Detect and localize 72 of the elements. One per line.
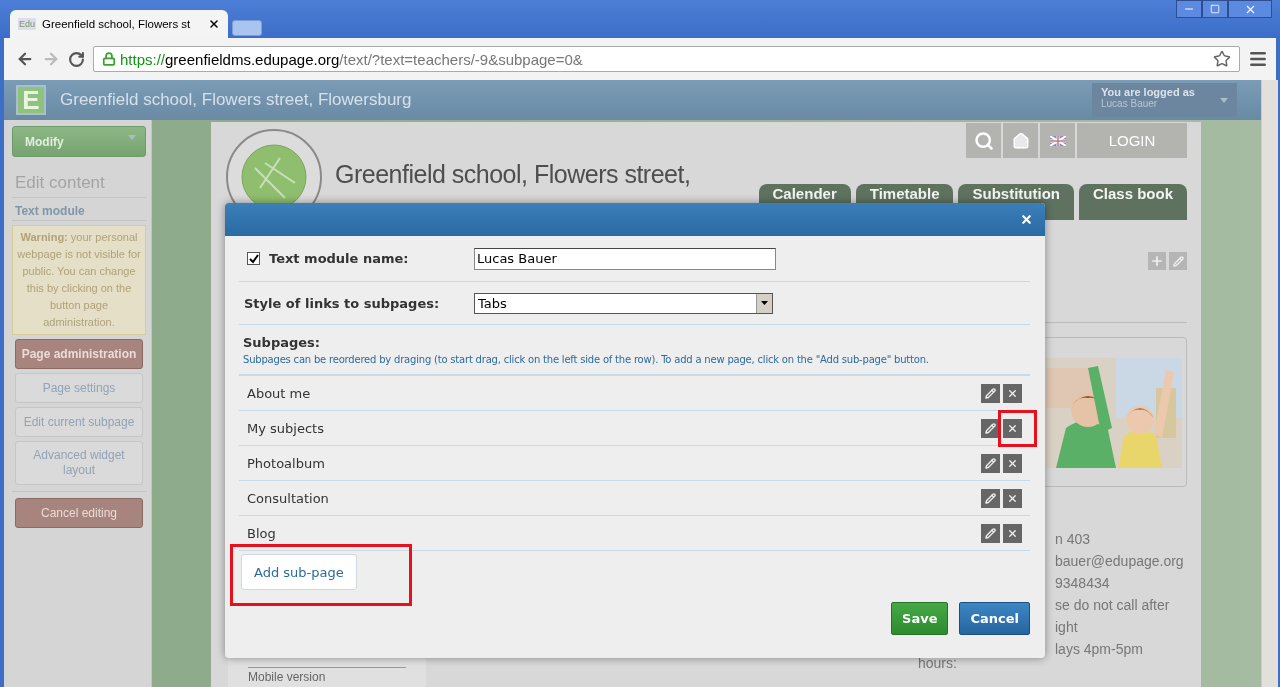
contact-value: n 403 — [1055, 531, 1092, 547]
sidebar-button[interactable]: Page administration — [15, 339, 143, 369]
close-icon — [1007, 527, 1018, 539]
close-icon — [1007, 492, 1018, 504]
close-icon — [1007, 457, 1018, 469]
pencil-icon — [985, 422, 996, 434]
lock-icon — [102, 52, 116, 66]
pencil-icon — [985, 387, 996, 399]
warning-message: Warning: your personal webpage is not visible for public. You can change this by clicking on the button page administration. — [12, 225, 146, 335]
subpage-row[interactable]: Consultation — [239, 481, 1030, 516]
address-bar[interactable]: https://greenfieldms.edupage.org/text/?text=teachers/-9&subpage=0& — [93, 46, 1240, 72]
close-icon[interactable] — [1020, 213, 1033, 226]
edit-button[interactable] — [981, 383, 1000, 403]
delete-button[interactable] — [1003, 488, 1022, 508]
cancel-button[interactable]: Cancel — [959, 602, 1030, 635]
scrollbar[interactable] — [1261, 80, 1278, 687]
minimize-button[interactable] — [1176, 0, 1202, 18]
close-icon — [1007, 422, 1018, 434]
field-label: Text module name: — [269, 251, 410, 266]
style-select[interactable]: Tabs — [474, 292, 773, 314]
subpages-hint: Subpages can be reordered by draging (to start drag, click on the left side of the row). To add a new page, click on the "Add sub-page" button. — [243, 354, 930, 365]
menu-icon[interactable] — [1248, 49, 1268, 69]
subpages-title: Subpages: — [243, 335, 322, 350]
close-window-button[interactable] — [1228, 0, 1272, 18]
delete-button[interactable] — [1003, 418, 1022, 438]
school-title: Greenfield school, Flowers street, — [335, 160, 691, 190]
delete-button[interactable] — [1003, 523, 1022, 543]
subpage-row[interactable]: Blog — [239, 516, 1030, 551]
user-menu[interactable]: You are logged as Lucas Bauer — [1092, 83, 1237, 117]
subpage-row[interactable]: About me — [239, 376, 1030, 411]
dropdown-arrow-icon — [761, 301, 768, 305]
contact-value: ight — [1055, 619, 1079, 635]
contact-value: 9348434 — [1055, 575, 1111, 591]
pencil-icon — [985, 527, 996, 539]
tab-close-icon[interactable] — [208, 18, 220, 30]
field-label: Style of links to subpages: — [244, 295, 441, 311]
search-icon — [973, 130, 994, 151]
edit-button[interactable] — [981, 453, 1000, 473]
contact-value: lays 4pm-5pm — [1055, 641, 1144, 659]
save-button[interactable]: Save — [891, 602, 949, 635]
mobile-version-link[interactable]: Mobile version — [248, 667, 406, 684]
home-icon — [1011, 131, 1030, 150]
browser-tab[interactable]: Edu Greenfield school, Flowers st — [10, 10, 228, 38]
pencil-icon — [1172, 255, 1184, 267]
delete-button[interactable] — [1003, 383, 1022, 403]
sidebar-button[interactable]: Cancel editing — [15, 498, 143, 528]
edit-button[interactable] — [981, 488, 1000, 508]
close-icon — [1007, 387, 1018, 399]
nav-tab[interactable]: Class book — [1078, 184, 1187, 220]
back-icon[interactable] — [16, 50, 34, 68]
contact-value: bauer@edupage.org — [1055, 553, 1185, 569]
star-icon[interactable] — [1213, 50, 1231, 68]
contact-label: hours: — [918, 655, 957, 671]
pencil-icon — [985, 457, 996, 469]
maximize-icon — [1210, 4, 1220, 14]
maximize-button[interactable] — [1202, 0, 1228, 18]
subpage-row[interactable]: Photoalbum — [239, 446, 1030, 481]
reload-icon[interactable] — [68, 50, 85, 68]
edit-button[interactable] — [981, 523, 1000, 543]
name-input[interactable]: Lucas Bauer — [474, 247, 776, 270]
favicon: Edu — [18, 18, 36, 30]
tab-title: Greenfield school, Flowers st — [42, 18, 192, 30]
plus-icon — [1150, 254, 1164, 268]
pencil-icon — [985, 492, 996, 504]
section-title: Text module — [12, 198, 146, 221]
subpage-row[interactable]: My subjects — [239, 411, 1030, 446]
site-title: Greenfield school, Flowers street, Flowersburg — [60, 90, 413, 110]
contact-value: se do not call after — [1055, 597, 1171, 613]
delete-button[interactable] — [1003, 453, 1022, 473]
checkbox[interactable] — [247, 252, 260, 265]
flag-icon — [1049, 135, 1066, 146]
add-subpage-button[interactable]: Add sub-page — [241, 554, 357, 590]
